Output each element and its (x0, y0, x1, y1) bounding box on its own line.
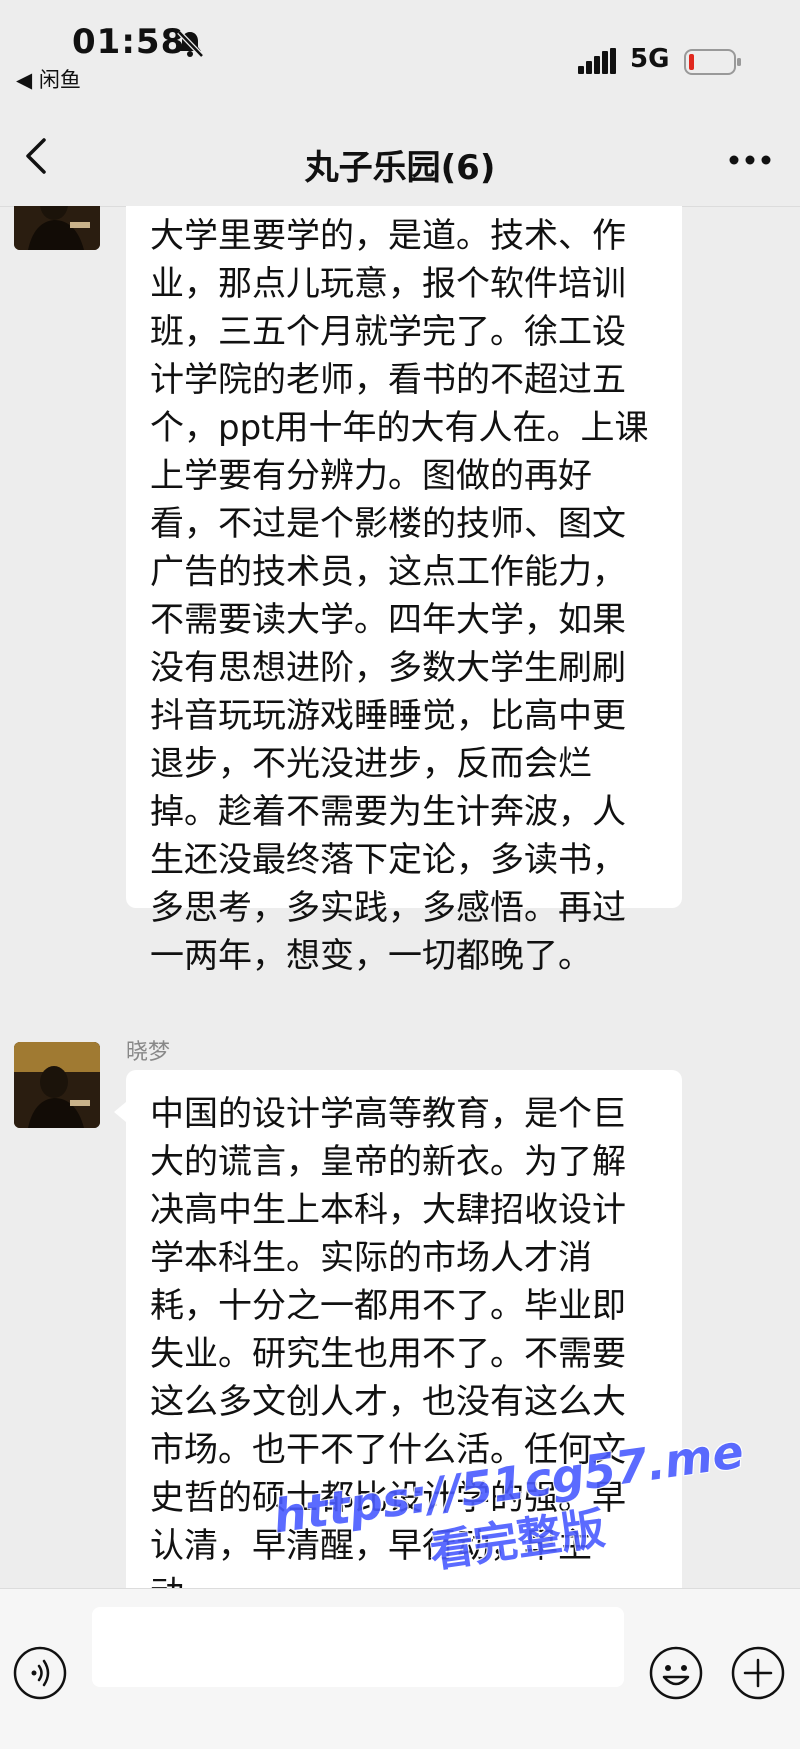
status-time: 01:58 (72, 22, 186, 62)
avatar[interactable] (14, 206, 100, 250)
message-input[interactable] (92, 1607, 624, 1687)
avatar[interactable] (14, 1042, 100, 1128)
avatar-photo (14, 206, 100, 250)
plus-icon[interactable] (730, 1645, 786, 1701)
voice-input-icon[interactable] (12, 1645, 68, 1701)
message-bubble[interactable]: 大学里要学的，是道。技术、作业，那点儿玩意，报个软件培训班，三五个月就学完了。徐… (126, 206, 682, 976)
message-input-bar (0, 1588, 800, 1749)
chat-message-list[interactable]: 大学里要学的，是道。技术、作业，那点儿玩意，报个软件培训班，三五个月就学完了。徐… (0, 206, 800, 1588)
battery-icon (684, 49, 741, 75)
signal-icon (578, 48, 616, 74)
avatar-photo (14, 1042, 100, 1128)
chat-title: 丸子乐园(6) (304, 148, 496, 188)
chat-header: 丸子乐园(6) (0, 100, 800, 207)
more-options-icon[interactable] (728, 154, 772, 166)
status-bar: 01:58 ◀ 闲鱼 5G (0, 0, 800, 100)
emoji-icon[interactable] (648, 1645, 704, 1701)
mute-bell-icon (177, 30, 204, 58)
network-type: 5G (630, 44, 670, 74)
back-to-app-link[interactable]: ◀ 闲鱼 (16, 64, 81, 94)
sender-name: 晓梦 (126, 1040, 171, 1065)
